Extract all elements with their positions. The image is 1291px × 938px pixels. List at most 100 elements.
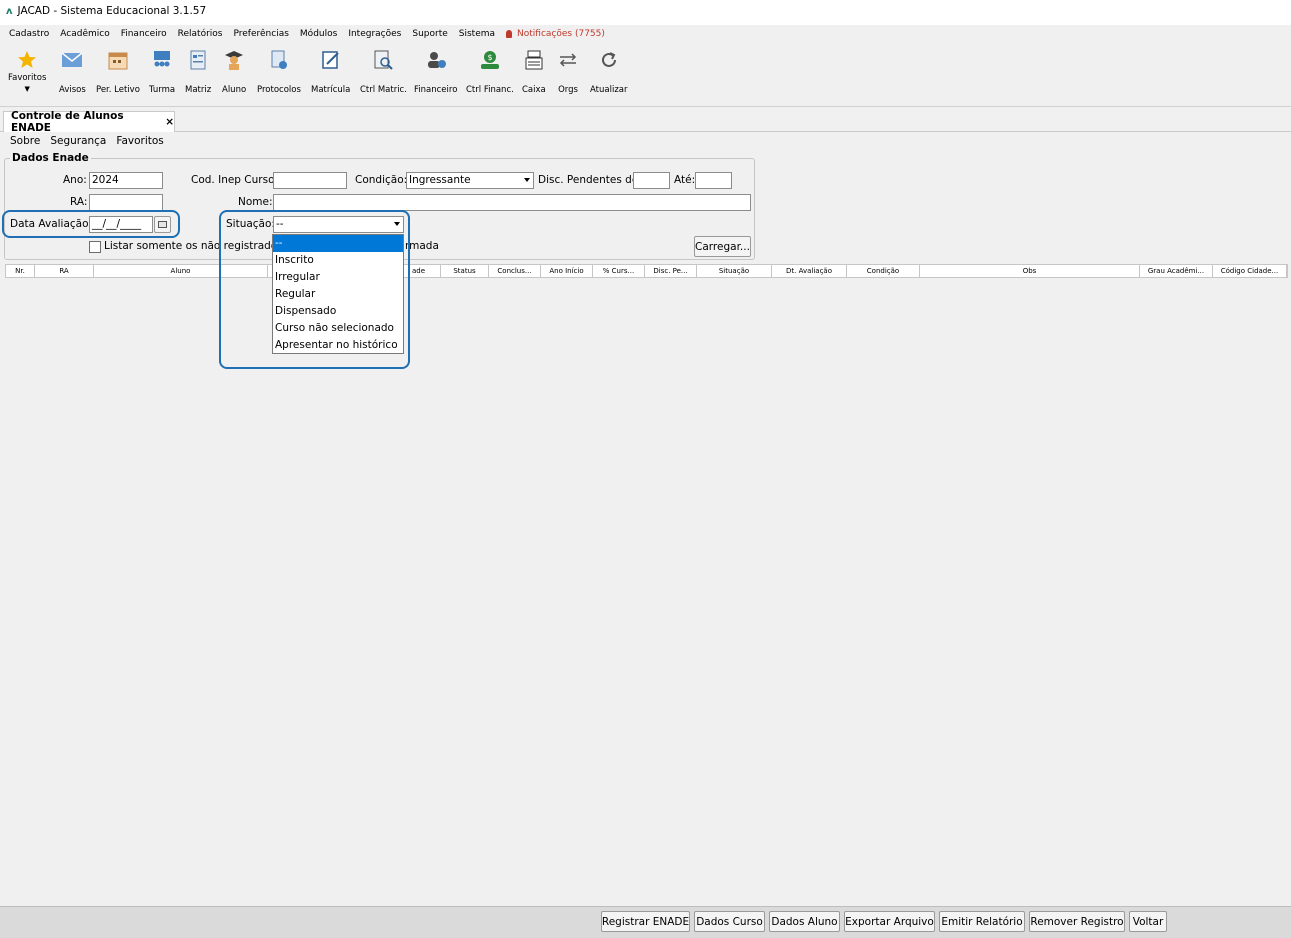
col-disc-pend[interactable]: Disc. Pe... [645,265,697,277]
toolbar-atualizar-label: Atualizar [590,85,628,95]
toolbar-aluno-button[interactable]: Aluno [222,49,246,95]
toolbar-favoritos-label: Favoritos [8,73,47,83]
svg-text:$: $ [487,53,492,62]
col-situacao[interactable]: Situação [697,265,772,277]
menu-cadastro[interactable]: Cadastro [9,29,49,39]
edit-form-icon [320,49,342,71]
emitir-relatorio-button[interactable]: Emitir Relatório [939,911,1025,932]
toolbar-per-letivo-label: Per. Letivo [96,85,140,95]
toolbar-favoritos-button[interactable]: Favoritos ▼ [8,49,46,93]
col-nr[interactable]: Nr. [6,265,35,277]
menu-preferencias[interactable]: Preferências [234,29,289,39]
cod-inep-input[interactable] [273,172,347,189]
star-icon [16,49,38,71]
dados-aluno-button[interactable]: Dados Aluno [769,911,840,932]
protocol-icon [268,49,290,71]
ate-label: Até: [674,174,696,186]
refresh-icon [598,49,620,71]
dados-enade-legend: Dados Enade [10,152,91,164]
ra-input[interactable] [89,194,163,211]
toolbar-caixa-button[interactable]: Caixa [522,49,546,95]
toolbar-matriz-button[interactable]: Matriz [185,49,211,95]
bell-icon [506,30,513,38]
menu-financeiro[interactable]: Financeiro [121,29,167,39]
disc-pendentes-label: Disc. Pendentes de: [538,174,642,186]
toolbar-avisos-button[interactable]: Avisos [59,49,86,95]
menu-suporte[interactable]: Suporte [412,29,447,39]
voltar-button[interactable]: Voltar [1129,911,1167,932]
toolbar-turma-button[interactable]: Turma [149,49,175,95]
toolbar-atualizar-button[interactable]: Atualizar [590,49,627,95]
toolbar-ctrl-matric-button[interactable]: Ctrl Matric. [360,49,407,95]
alunos-grid-body[interactable] [5,279,1288,904]
col-dt-avaliacao[interactable]: Dt. Avaliação [772,265,847,277]
menu-notificacoes[interactable]: Notificações (7755) [506,29,616,39]
notifications-label: Notificações (7755) [517,29,605,39]
user-money-icon [425,49,447,71]
money-hand-icon: $ [479,49,501,71]
toolbar-per-letivo-button[interactable]: Per. Letivo [96,49,140,95]
toolbar-matriz-label: Matriz [185,85,212,95]
menu-sistema[interactable]: Sistema [459,29,495,39]
ate-input[interactable] [695,172,732,189]
toolbar-ctrl-financ-label: Ctrl Financ. [466,85,514,95]
cod-inep-label: Cod. Inep Curso: [191,174,279,186]
menu-modulos[interactable]: Módulos [300,29,337,39]
classroom-icon [151,49,173,71]
app-logo-icon: ʌ [6,5,13,17]
submenu-favoritos[interactable]: Favoritos [116,135,163,147]
submenu-seguranca[interactable]: Segurança [50,135,106,147]
tab-bar [0,107,1291,132]
menu-integracoes[interactable]: Integrações [348,29,401,39]
col-grau-academico[interactable]: Grau Acadêmi... [1140,265,1213,277]
col-obs[interactable]: Obs [920,265,1140,277]
toolbar-protocolos-button[interactable]: Protocolos [257,49,301,95]
submenu-bar: Sobre Segurança Favoritos [10,135,174,147]
remover-registro-button[interactable]: Remover Registro [1029,911,1125,932]
condicao-select[interactable]: Ingressante [406,172,534,189]
toolbar-financeiro-label: Financeiro [414,85,458,95]
condicao-label: Condição: [355,174,408,186]
menu-academico[interactable]: Acadêmico [60,29,109,39]
tab-controle-alunos-enade[interactable]: Controle de Alunos ENADE × [3,110,175,134]
exportar-arquivo-button[interactable]: Exportar Arquivo [844,911,935,932]
toolbar-ctrl-financ-button[interactable]: $ Ctrl Financ. [466,49,514,95]
toolbar-orgs-label: Orgs [558,85,578,95]
registrar-enade-button[interactable]: Registrar ENADE [601,911,690,932]
alunos-grid-header: Nr. RA Aluno ade Status Conclus... Ano I… [5,264,1288,278]
col-perc-curso[interactable]: % Curs... [593,265,645,277]
toolbar-financeiro-button[interactable]: Financeiro [414,49,457,95]
matrix-document-icon [187,49,209,71]
toolbar-matricula-button[interactable]: Matrícula [311,49,350,95]
menu-relatorios[interactable]: Relatórios [178,29,223,39]
tab-label: Controle de Alunos ENADE [11,110,124,134]
ano-label: Ano: [63,174,87,186]
chevron-down-icon [524,178,530,182]
condicao-value: Ingressante [409,174,471,186]
dados-curso-button[interactable]: Dados Curso [694,911,765,932]
menu-bar: Cadastro Acadêmico Financeiro Relatórios… [0,25,1291,43]
document-search-icon [372,49,394,71]
nome-label: Nome: [238,196,273,208]
col-ra[interactable]: RA [35,265,94,277]
col-ano-inicio[interactable]: Ano Início [541,265,593,277]
toolbar-protocolos-label: Protocolos [257,85,301,95]
col-status[interactable]: Status [441,265,489,277]
listar-nao-registrados-checkbox[interactable] [89,241,101,253]
close-icon[interactable]: × [165,116,174,128]
toolbar-avisos-label: Avisos [59,85,86,95]
formada-label-fragment: rmada [405,240,439,252]
toolbar: Favoritos ▼ Avisos Per. Letivo Turma Mat… [0,43,1291,107]
col-codigo-cidade[interactable]: Código Cidade... [1213,265,1287,277]
col-conclusao[interactable]: Conclus... [489,265,541,277]
col-condicao[interactable]: Condição [847,265,920,277]
student-icon [223,49,245,71]
toolbar-orgs-button[interactable]: Orgs [557,49,579,95]
toolbar-matricula-label: Matrícula [311,85,351,95]
disc-pendentes-input[interactable] [633,172,670,189]
ano-input[interactable]: 2024 [89,172,163,189]
chevron-down-icon: ▼ [24,85,30,93]
nome-input[interactable] [273,194,751,211]
carregar-button[interactable]: Carregar... [694,236,751,257]
submenu-sobre[interactable]: Sobre [10,135,40,147]
